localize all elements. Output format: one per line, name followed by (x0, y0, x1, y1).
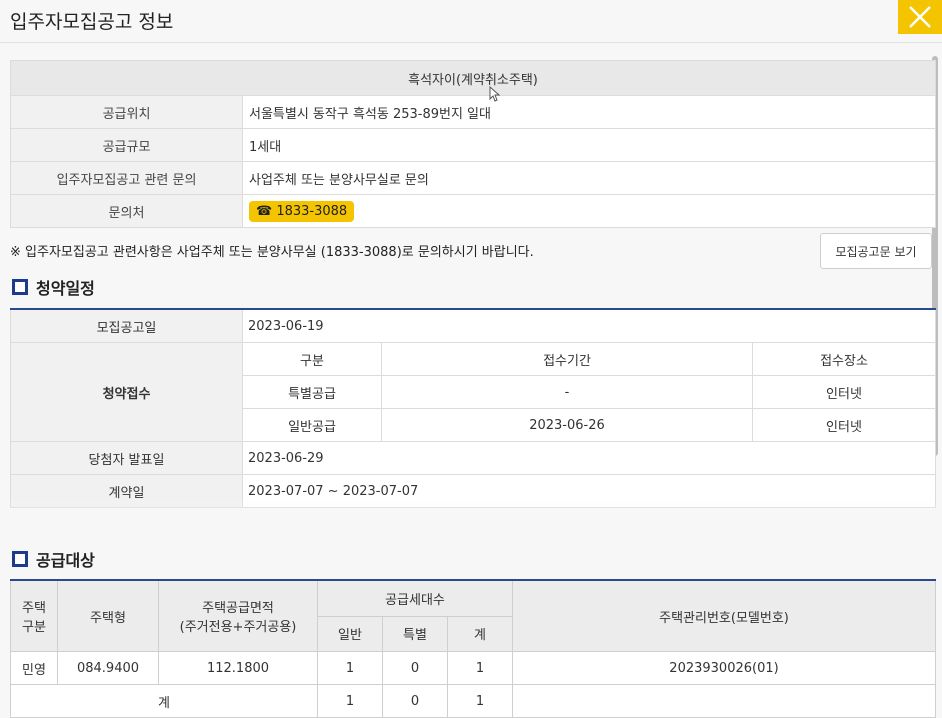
row-label: 입주자모집공고 관련 문의 (10, 161, 243, 195)
row-label: 모집공고일 (10, 308, 243, 343)
cell: - (381, 375, 753, 409)
cell: 1 (447, 651, 513, 685)
complex-name: 흑석자이(계약취소주택) (10, 60, 936, 96)
section-title-text: 공급대상 (36, 551, 95, 570)
table-row: 청약접수 구분 접수기간 접수장소 (10, 342, 936, 442)
row-value: 서울특별시 동작구 흑석동 253-89번지 일대 (242, 95, 936, 129)
close-button[interactable] (898, 0, 942, 34)
row-value: 1세대 (242, 128, 936, 162)
table-row: 문의처 ☎ 1833-3088 (10, 194, 936, 228)
cell: 084.9400 (57, 651, 159, 685)
schedule-section-title: 청약일정 (12, 275, 95, 299)
col-header: 구분 (242, 342, 382, 376)
cell: 일반공급 (242, 408, 382, 442)
col-header: 접수기간 (381, 342, 753, 376)
table-row: 당첨자 발표일 2023-06-29 (10, 441, 936, 475)
row-label: 청약접수 (10, 342, 243, 442)
schedule-table: 모집공고일 2023-06-19 청약접수 구분 접수기간 접수장소 특별공급 … (10, 308, 936, 508)
cell: 112.1800 (158, 651, 318, 685)
row-label: 공급위치 (10, 95, 243, 129)
col-header: 계 (447, 615, 513, 652)
col-header: 접수장소 (752, 342, 936, 376)
col-header: 주택형 (57, 579, 159, 652)
table-row: 입주자모집공고 관련 문의 사업주체 또는 분양사무실로 문의 (10, 161, 936, 195)
table-row: 민영 084.9400 112.1800 1 0 1 2023930026(01… (10, 651, 936, 685)
col-header: 주택공급면적 (주거전용+주거공용) (158, 579, 318, 652)
table-row-total: 계 1 0 1 (10, 684, 936, 718)
close-icon (909, 6, 931, 28)
col-header: 일반 (317, 615, 383, 652)
modal-title: 입주자모집공고 정보 (10, 11, 174, 33)
row-label: 당첨자 발표일 (10, 441, 243, 475)
cell: 인터넷 (752, 408, 936, 442)
cell: 특별공급 (242, 375, 382, 409)
row-label: 공급규모 (10, 128, 243, 162)
phone-badge[interactable]: ☎ 1833-3088 (249, 200, 355, 222)
mouse-cursor-icon (489, 85, 501, 106)
cell: 0 (382, 651, 448, 685)
scroll-fade (0, 500, 942, 530)
row-value: 2023-06-19 (242, 308, 936, 343)
view-notice-doc-button[interactable]: 모집공고문 보기 (820, 233, 932, 269)
col-header: 주택관리번호(모델번호) (512, 579, 936, 652)
cell: 계 (10, 684, 318, 718)
section-title-text: 청약일정 (36, 279, 95, 298)
contact-label: 문의처 (10, 194, 243, 228)
section-square-icon (12, 279, 28, 295)
table-row: 모집공고일 2023-06-19 (10, 308, 936, 343)
section-square-icon (12, 551, 28, 567)
col-header: 주택 구분 (10, 579, 58, 652)
notice-text: ※ 입주자모집공고 관련사항은 사업주체 또는 분양사무실 (1833-3088… (10, 245, 534, 260)
cell: 0 (382, 684, 448, 718)
row-value: 사업주체 또는 분양사무실로 문의 (242, 161, 936, 195)
complex-info-table: 흑석자이(계약취소주택) 공급위치 서울특별시 동작구 흑석동 253-89번지… (10, 60, 936, 228)
supply-table: 주택 구분 주택형 주택공급면적 (주거전용+주거공용) 공급세대수 주택관리번… (10, 579, 936, 718)
modal-header: 입주자모집공고 정보 (0, 0, 942, 43)
row-value: 2023-06-29 (242, 441, 936, 475)
supply-section-title: 공급대상 (12, 547, 95, 571)
cell: 1 (317, 684, 383, 718)
table-row: 공급규모 1세대 (10, 128, 936, 162)
cell: 인터넷 (752, 375, 936, 409)
col-header: 특별 (382, 615, 448, 652)
table-row: 공급위치 서울특별시 동작구 흑석동 253-89번지 일대 (10, 95, 936, 129)
cell: 민영 (10, 651, 58, 685)
cell: 2023930026(01) (512, 651, 936, 685)
cell: 1 (447, 684, 513, 718)
col-header: 공급세대수 (317, 579, 513, 617)
cell: 2023-06-26 (381, 408, 753, 442)
cell: 1 (317, 651, 383, 685)
